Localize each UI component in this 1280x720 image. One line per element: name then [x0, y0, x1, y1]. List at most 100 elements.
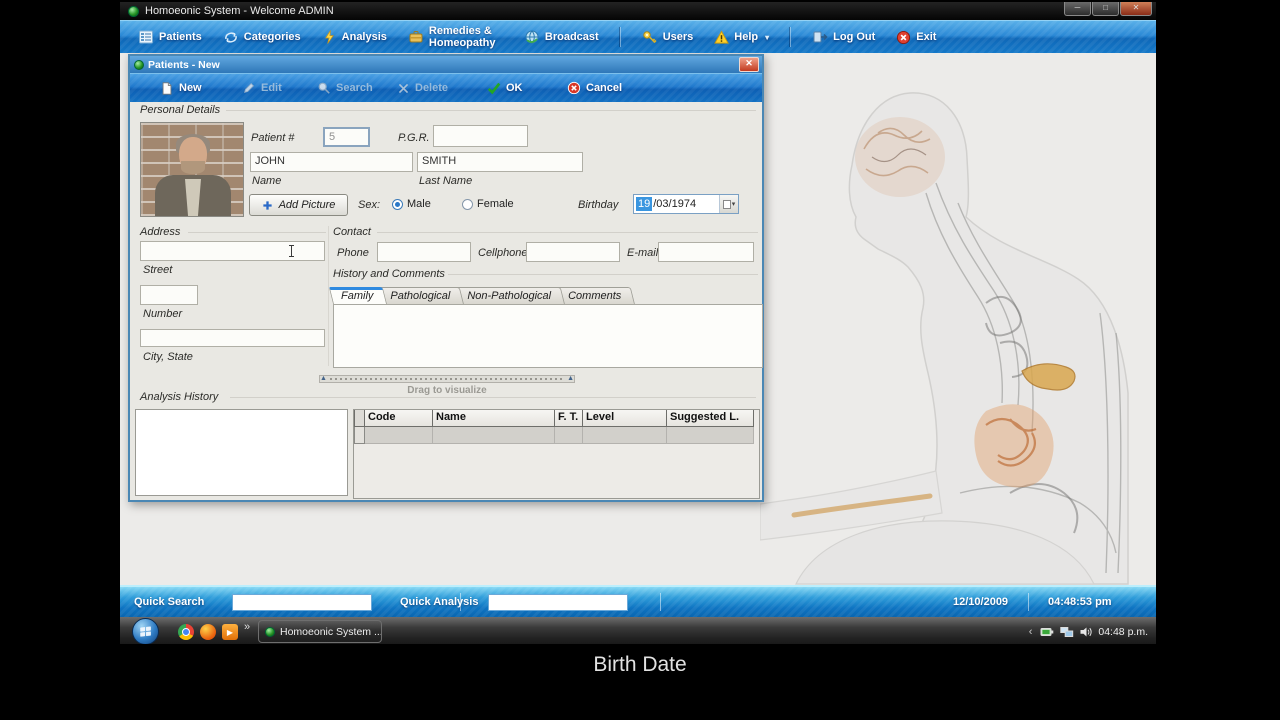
number-field[interactable] — [140, 285, 198, 305]
phone-field[interactable] — [377, 242, 471, 262]
drag-splitter-handle[interactable]: ▲ ▲ — [319, 375, 575, 383]
analysis-grid[interactable]: Code Name F. T. Level Suggested L. — [353, 409, 760, 499]
firefox-icon[interactable] — [200, 624, 216, 640]
quick-search-input[interactable] — [232, 594, 372, 611]
battery-icon[interactable] — [1040, 625, 1055, 639]
ok-button[interactable]: OK — [487, 74, 523, 102]
users-icon — [643, 31, 657, 44]
tray-clock[interactable]: 04:48 p.m. — [1098, 626, 1148, 638]
status-time: 04:48:53 pm — [1048, 596, 1112, 608]
quick-launch-overflow[interactable]: » — [244, 621, 250, 633]
media-player-icon[interactable]: ▶ — [222, 624, 238, 640]
taskbar-app-button[interactable]: Homoeonic System ... — [258, 620, 382, 643]
column-header-level[interactable]: Level — [583, 410, 667, 427]
city-state-label: City, State — [143, 351, 193, 363]
new-button[interactable]: New — [160, 74, 202, 102]
exit-icon — [897, 30, 911, 44]
column-header-ft[interactable]: F. T. — [555, 410, 583, 427]
tab-pathological[interactable]: Pathological — [382, 287, 464, 304]
street-field[interactable] — [140, 241, 325, 261]
patient-photo — [140, 122, 244, 217]
chevron-down-icon: ▾ — [731, 201, 736, 208]
analysis-history-label: Analysis History — [140, 391, 219, 403]
first-name-field[interactable]: JOHN — [250, 152, 413, 172]
tray-expand-chevron[interactable]: ‹ — [1029, 626, 1033, 638]
start-button[interactable] — [132, 618, 159, 645]
analysis-history-list[interactable] — [135, 409, 348, 496]
toolbar-item-help[interactable]: Help ▾ — [714, 29, 769, 45]
divider — [448, 274, 758, 275]
toolbar-separator — [790, 27, 792, 47]
logout-icon — [813, 31, 828, 43]
phone-label: Phone — [337, 247, 369, 259]
analysis-icon — [324, 30, 334, 44]
new-document-icon — [162, 81, 172, 95]
row-selector-header — [354, 410, 365, 427]
last-name-field[interactable]: SMITH — [417, 152, 583, 172]
maximize-button[interactable]: □ — [1092, 2, 1119, 16]
anatomy-illustration — [760, 92, 1129, 585]
toolbar-item-patients[interactable]: Patients — [138, 29, 202, 45]
sex-female-radio[interactable]: Female — [462, 198, 514, 210]
patient-number-field[interactable]: 5 — [323, 127, 370, 147]
birthday-date-field[interactable]: 19 /03/1974 ▾ — [633, 194, 739, 214]
divider — [328, 226, 329, 366]
toolbar-item-analysis[interactable]: Analysis — [322, 29, 387, 45]
categories-icon — [224, 32, 237, 43]
sex-label: Sex: — [358, 199, 381, 211]
help-icon — [714, 29, 730, 44]
toolbar-item-logout[interactable]: Log Out — [812, 29, 875, 45]
personal-details-label: Personal Details — [140, 104, 221, 116]
tab-family[interactable]: Family — [333, 287, 387, 304]
patient-number-label: Patient # — [251, 132, 295, 144]
speaker-icon[interactable] — [1079, 625, 1093, 639]
toolbar-item-users[interactable]: Users — [642, 29, 693, 45]
address-label: Address — [140, 226, 181, 238]
dialog-close-icon[interactable]: ✕ — [739, 57, 759, 72]
email-field[interactable] — [658, 242, 754, 262]
windows-taskbar: ▶ » Homoeonic System ... ‹ 04:48 p.m. — [120, 617, 1156, 647]
column-header-suggested[interactable]: Suggested L. — [667, 410, 754, 427]
client-area: Patients - New ✕ New Edit Search Delete … — [120, 53, 1156, 585]
toolbar-item-exit[interactable]: Exit — [896, 30, 936, 45]
sex-male-radio[interactable]: Male — [392, 198, 431, 210]
patients-dialog: Patients - New ✕ New Edit Search Delete … — [128, 54, 764, 502]
divider — [188, 232, 326, 233]
tab-non-pathological[interactable]: Non-Pathological — [459, 287, 565, 304]
pgr-field[interactable] — [433, 125, 528, 147]
toolbar-item-categories[interactable]: Categories — [223, 29, 301, 45]
text-cursor — [288, 245, 295, 257]
tab-comments[interactable]: Comments — [560, 287, 635, 304]
search-icon — [318, 82, 330, 94]
calendar-icon — [722, 199, 731, 209]
quick-analysis-input[interactable] — [488, 594, 628, 611]
video-caption: Birth Date — [0, 644, 1280, 720]
main-toolbar: Patients Categories Analysis Remedies & … — [120, 20, 1156, 53]
city-state-field[interactable] — [140, 329, 325, 347]
cellphone-field[interactable] — [526, 242, 620, 262]
grid-empty-row[interactable] — [354, 427, 759, 444]
app-title: Homoeonic System - Welcome ADMIN — [145, 5, 334, 17]
close-button[interactable]: ✕ — [1120, 2, 1152, 16]
column-header-code[interactable]: Code — [365, 410, 433, 427]
history-text-area[interactable] — [333, 304, 763, 368]
chrome-icon[interactable] — [178, 624, 194, 640]
date-day-segment[interactable]: 19 — [636, 197, 653, 211]
column-header-name[interactable]: Name — [433, 410, 555, 427]
date-rest-segment[interactable]: /03/1974 — [652, 197, 697, 211]
remedies-icon — [409, 31, 423, 43]
minimize-button[interactable]: ─ — [1064, 2, 1091, 16]
toolbar-item-remedies[interactable]: Remedies & Homeopathy — [408, 25, 503, 49]
radio-dot-icon — [392, 198, 403, 210]
network-icon[interactable] — [1060, 625, 1074, 639]
check-icon — [487, 82, 501, 95]
app-titlebar: Homoeonic System - Welcome ADMIN ─ □ ✕ — [120, 2, 1156, 20]
status-bar: Quick Search Quick Analysis 12/10/2009 0… — [120, 585, 1156, 617]
statusbar-separator — [1028, 593, 1029, 611]
add-picture-button[interactable]: Add Picture — [249, 194, 348, 216]
toolbar-item-broadcast[interactable]: Broadcast — [524, 29, 599, 45]
date-picker-dropdown[interactable]: ▾ — [719, 195, 738, 213]
window-controls: ─ □ ✕ — [1063, 2, 1152, 16]
number-label: Number — [143, 308, 183, 320]
cancel-button[interactable]: Cancel — [567, 74, 622, 102]
